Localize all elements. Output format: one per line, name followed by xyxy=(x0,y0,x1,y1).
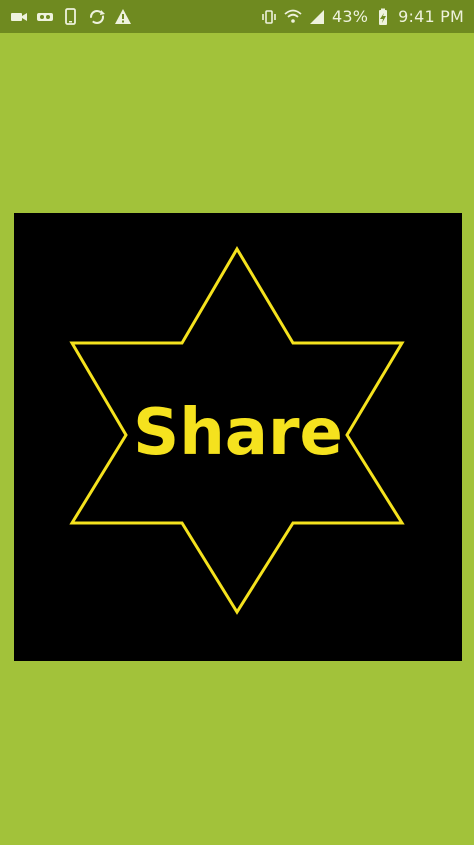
battery-percent: 43% xyxy=(331,7,369,26)
status-bar: 43% 9:41 PM xyxy=(0,0,474,33)
main-area: Share xyxy=(0,33,474,845)
status-system: 43% 9:41 PM xyxy=(260,7,464,26)
camera-icon xyxy=(10,8,28,26)
status-time: 9:41 PM xyxy=(398,7,464,26)
battery-charging-icon xyxy=(374,8,392,26)
signal-icon xyxy=(308,8,326,26)
sync-icon xyxy=(88,8,106,26)
status-notifications xyxy=(10,7,132,26)
voicemail-icon xyxy=(36,8,54,26)
vibrate-icon xyxy=(260,8,278,26)
phone-device-icon xyxy=(62,7,80,26)
share-label: Share xyxy=(133,396,343,470)
wifi-icon xyxy=(284,8,302,26)
warning-icon xyxy=(114,8,132,26)
share-button[interactable]: Share xyxy=(14,213,462,661)
